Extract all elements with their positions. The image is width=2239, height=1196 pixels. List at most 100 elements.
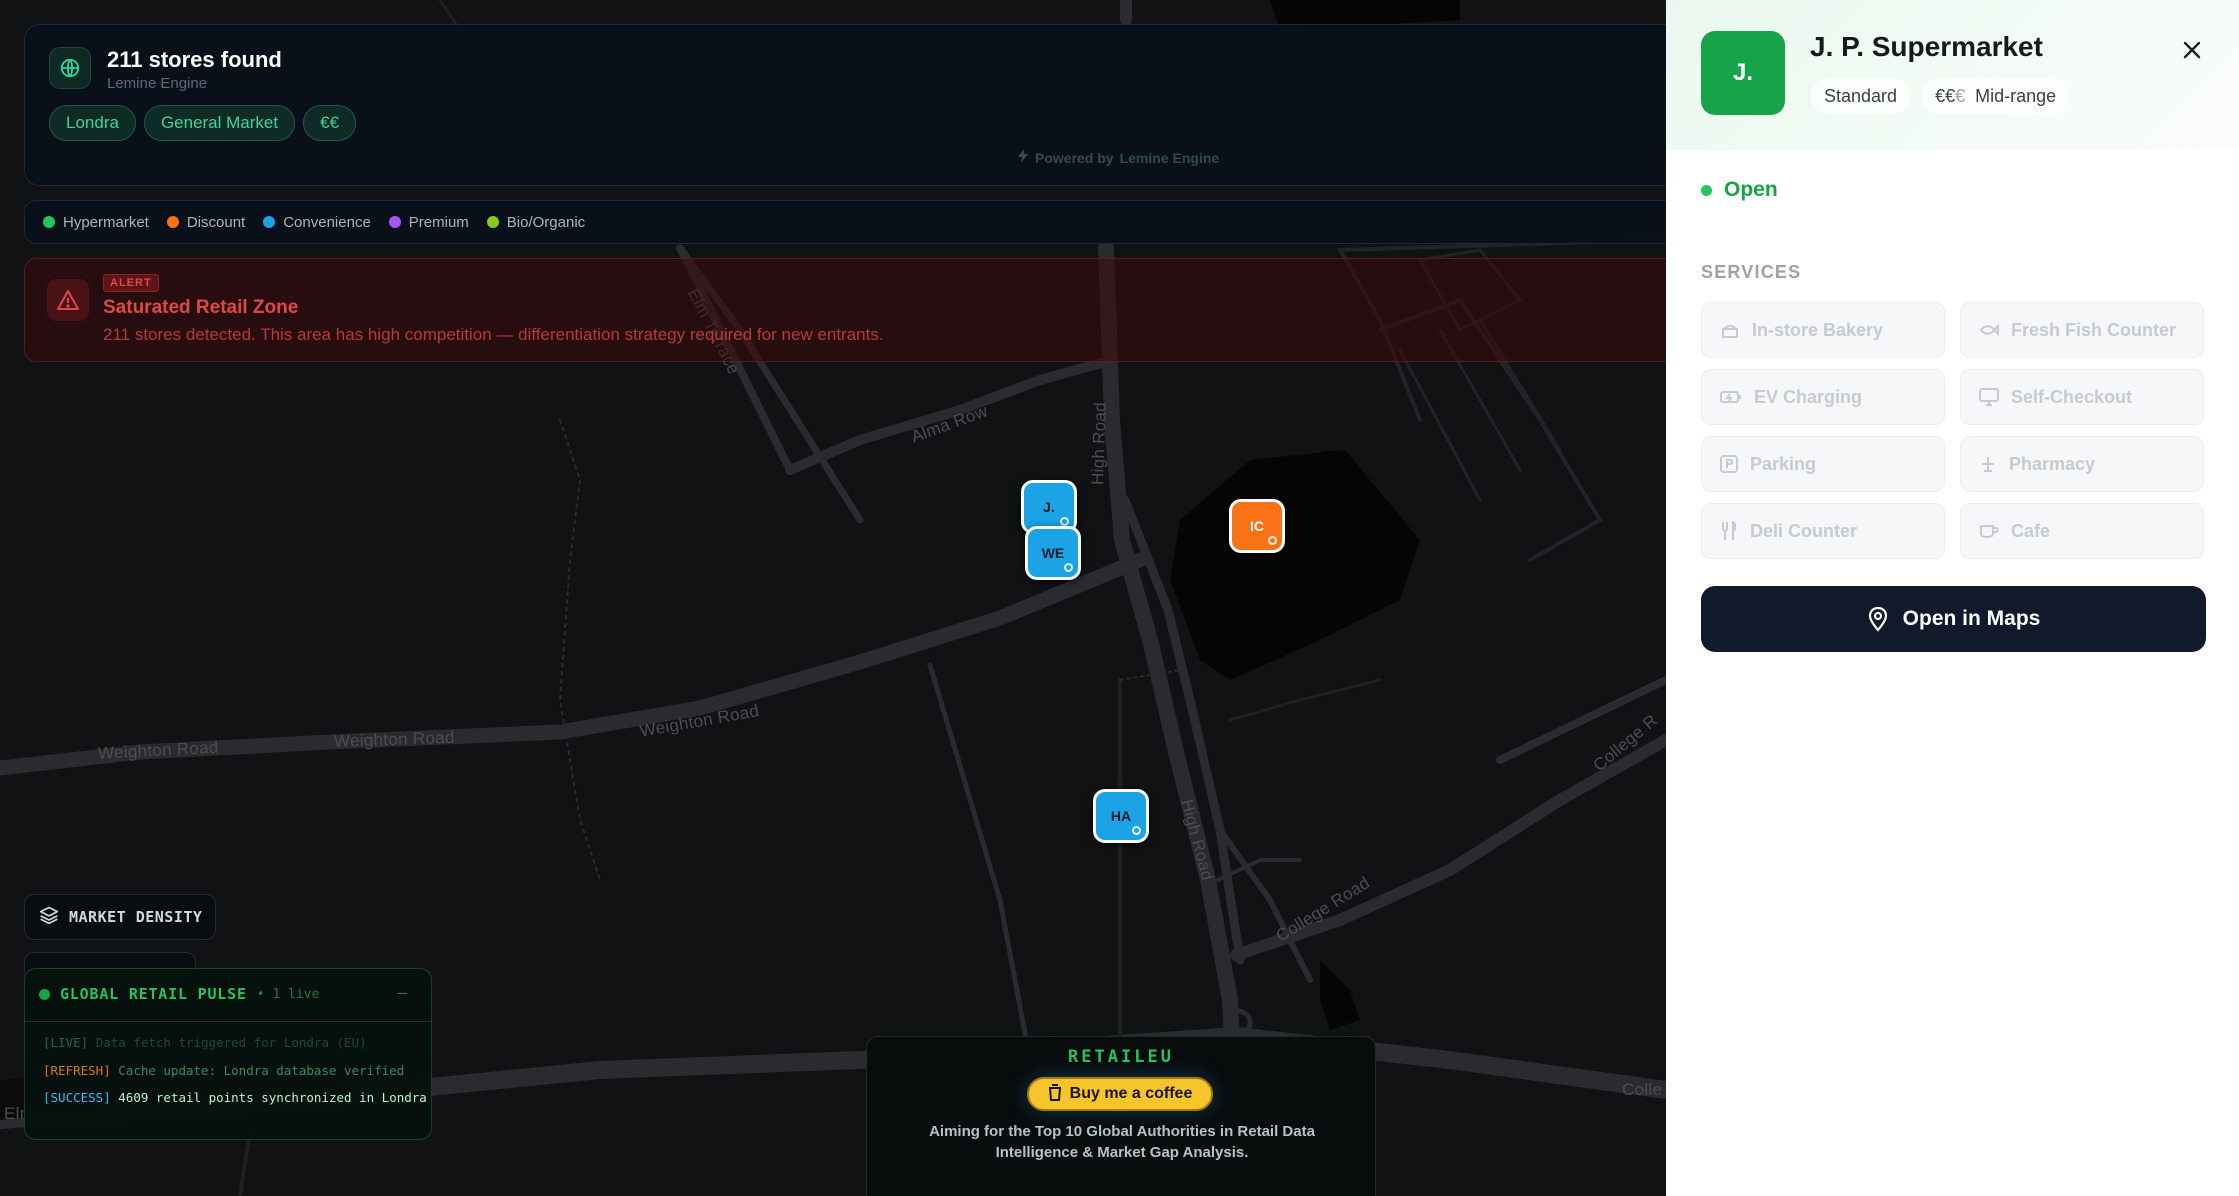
- alert-message: 211 stores detected. This area has high …: [103, 325, 884, 344]
- service-fish: Fresh Fish Counter: [1960, 302, 2204, 358]
- log-tag: [SUCCESS]: [43, 1090, 111, 1105]
- store-marker-we[interactable]: WE: [1025, 526, 1081, 580]
- log-line: [LIVE] Data fetch triggered for Londra (…: [43, 1035, 367, 1050]
- services-grid: In-store Bakery Fresh Fish Counter EV Ch…: [1701, 302, 2206, 559]
- open-in-maps-label: Open in Maps: [1902, 607, 2041, 630]
- road-label: Colle: [1622, 1080, 1663, 1099]
- map-legend: Hypermarket Discount Convenience Premium…: [24, 200, 1684, 244]
- results-count: 211 stores found: [107, 47, 282, 72]
- pulse-live-count: • 1 live: [256, 986, 320, 1002]
- battery-icon: [1720, 391, 1741, 403]
- legend-dot: [43, 216, 55, 228]
- status-dot-icon: [1701, 184, 1712, 196]
- cup-icon: [1048, 1083, 1062, 1106]
- road-label: Weighton Road: [333, 727, 456, 751]
- legend-item-hypermarket: Hypermarket: [43, 214, 149, 231]
- store-marker-ic[interactable]: IC: [1229, 499, 1285, 553]
- legend-dot: [166, 216, 179, 228]
- map-pin-icon: [1868, 606, 1887, 632]
- price-tag: €€ € Mid-range: [1921, 78, 2071, 114]
- bakery-icon: [1722, 325, 1738, 338]
- service-ev: EV Charging: [1701, 369, 1945, 425]
- service-label: Self-Checkout: [2011, 386, 2133, 407]
- service-pharmacy: Pharmacy: [1960, 436, 2204, 492]
- minimize-button[interactable]: —: [397, 983, 407, 1002]
- service-label: Pharmacy: [2009, 453, 2096, 474]
- marker-ring-icon: [1132, 826, 1141, 835]
- marker-ring-icon: [1064, 563, 1073, 572]
- market-density-button[interactable]: MARKET DENSITY: [24, 894, 216, 940]
- globe-icon: [49, 47, 91, 89]
- retaileu-card: RETAILEU Buy me a coffee Aiming for the …: [866, 1036, 1376, 1196]
- density-label: MARKET DENSITY: [69, 908, 203, 926]
- log-tag: [LIVE]: [43, 1035, 89, 1050]
- legend-label: Bio/Organic: [506, 213, 586, 231]
- service-label: In-store Bakery: [1752, 319, 1884, 340]
- warning-icon: [47, 279, 89, 321]
- buy-coffee-label: Buy me a coffee: [1069, 1085, 1193, 1102]
- service-deli: Deli Counter: [1701, 503, 1945, 559]
- live-dot-icon: [39, 988, 50, 1000]
- buy-coffee-button[interactable]: Buy me a coffee: [1027, 1077, 1213, 1111]
- bolt-icon: [1017, 149, 1029, 166]
- marker-ring-icon: [1060, 517, 1069, 526]
- legend-item-convenience: Convenience: [263, 214, 371, 231]
- store-tags: Standard €€ € Mid-range: [1810, 78, 2071, 114]
- app-root: Elm Terrace Alma Row High Road Weighton …: [0, 0, 2239, 1196]
- log-tag: [REFRESH]: [43, 1063, 111, 1078]
- filter-chips: Londra General Market €€: [49, 105, 357, 141]
- service-label: Parking: [1750, 453, 1817, 474]
- legend-item-bio: Bio/Organic: [486, 213, 586, 231]
- parking-icon: [1720, 455, 1738, 473]
- alert-title: Saturated Retail Zone: [103, 297, 299, 318]
- close-button[interactable]: [2172, 30, 2212, 70]
- powered-engine: Lemine Engine: [1119, 149, 1220, 166]
- chip-city[interactable]: Londra: [49, 105, 136, 141]
- store-detail-panel: J. J. P. Supermarket Standard €€ € Mid-ra…: [1666, 0, 2239, 1196]
- marker-label: WE: [1041, 545, 1065, 561]
- price-dim: €: [1955, 85, 1966, 106]
- powered-by: Powered by Lemine Engine: [1017, 149, 1219, 166]
- tier-tag: Standard: [1810, 78, 1912, 114]
- open-status: Open: [1701, 178, 1778, 202]
- retaileu-tagline: Aiming for the Top 10 Global Authorities…: [929, 1123, 1315, 1161]
- marker-label: IC: [1250, 518, 1264, 534]
- log-message: Cache update: Londra database verified: [118, 1063, 405, 1078]
- chip-category[interactable]: General Market: [143, 105, 296, 141]
- marker-ring-icon: [1268, 536, 1277, 545]
- legend-label: Discount: [186, 213, 246, 231]
- pulse-title: GLOBAL RETAIL PULSE: [60, 985, 247, 1003]
- service-label: EV Charging: [1754, 386, 1863, 407]
- chip-price[interactable]: €€: [303, 105, 357, 141]
- open-in-maps-button[interactable]: Open in Maps: [1701, 586, 2206, 652]
- legend-label: Premium: [408, 213, 469, 231]
- legend-label: Hypermarket: [63, 213, 149, 231]
- alert-badge: ALERT: [103, 274, 159, 292]
- engine-name: Lemine Engine: [107, 75, 208, 92]
- legend-item-discount: Discount: [166, 213, 246, 231]
- marker-label: HA: [1110, 808, 1132, 824]
- legend-item-premium: Premium: [388, 213, 469, 231]
- pharmacy-icon: [1982, 457, 1994, 472]
- service-bakery: In-store Bakery: [1701, 302, 1945, 358]
- store-marker-ha[interactable]: HA: [1093, 789, 1149, 843]
- log-message: Data fetch triggered for Londra (EU): [95, 1035, 367, 1050]
- coffee-icon: [1980, 525, 1999, 539]
- service-label: Fresh Fish Counter: [2011, 319, 2177, 340]
- price-active: €€: [1935, 85, 1956, 106]
- log-line: [SUCCESS] 4609 retail points synchronize…: [43, 1090, 427, 1105]
- service-label: Cafe: [2011, 520, 2051, 541]
- service-cafe: Cafe: [1960, 503, 2204, 559]
- service-self-checkout: Self-Checkout: [1960, 369, 2204, 425]
- services-heading: SERVICES: [1701, 262, 1802, 282]
- monitor-icon: [1979, 388, 1999, 406]
- service-label: Deli Counter: [1750, 520, 1858, 541]
- fish-icon: [1979, 323, 1999, 337]
- retaileu-title: RETAILEU: [1068, 1047, 1174, 1067]
- retail-pulse-panel: GLOBAL RETAIL PULSE • 1 live — [LIVE] Da…: [24, 968, 432, 1140]
- close-icon: [2183, 41, 2201, 59]
- price-label: Mid-range: [1975, 85, 2057, 106]
- results-header: 211 stores found Lemine Engine Londra Ge…: [24, 24, 1684, 186]
- marker-label: J.: [1043, 499, 1055, 515]
- status-label: Open: [1724, 178, 1778, 201]
